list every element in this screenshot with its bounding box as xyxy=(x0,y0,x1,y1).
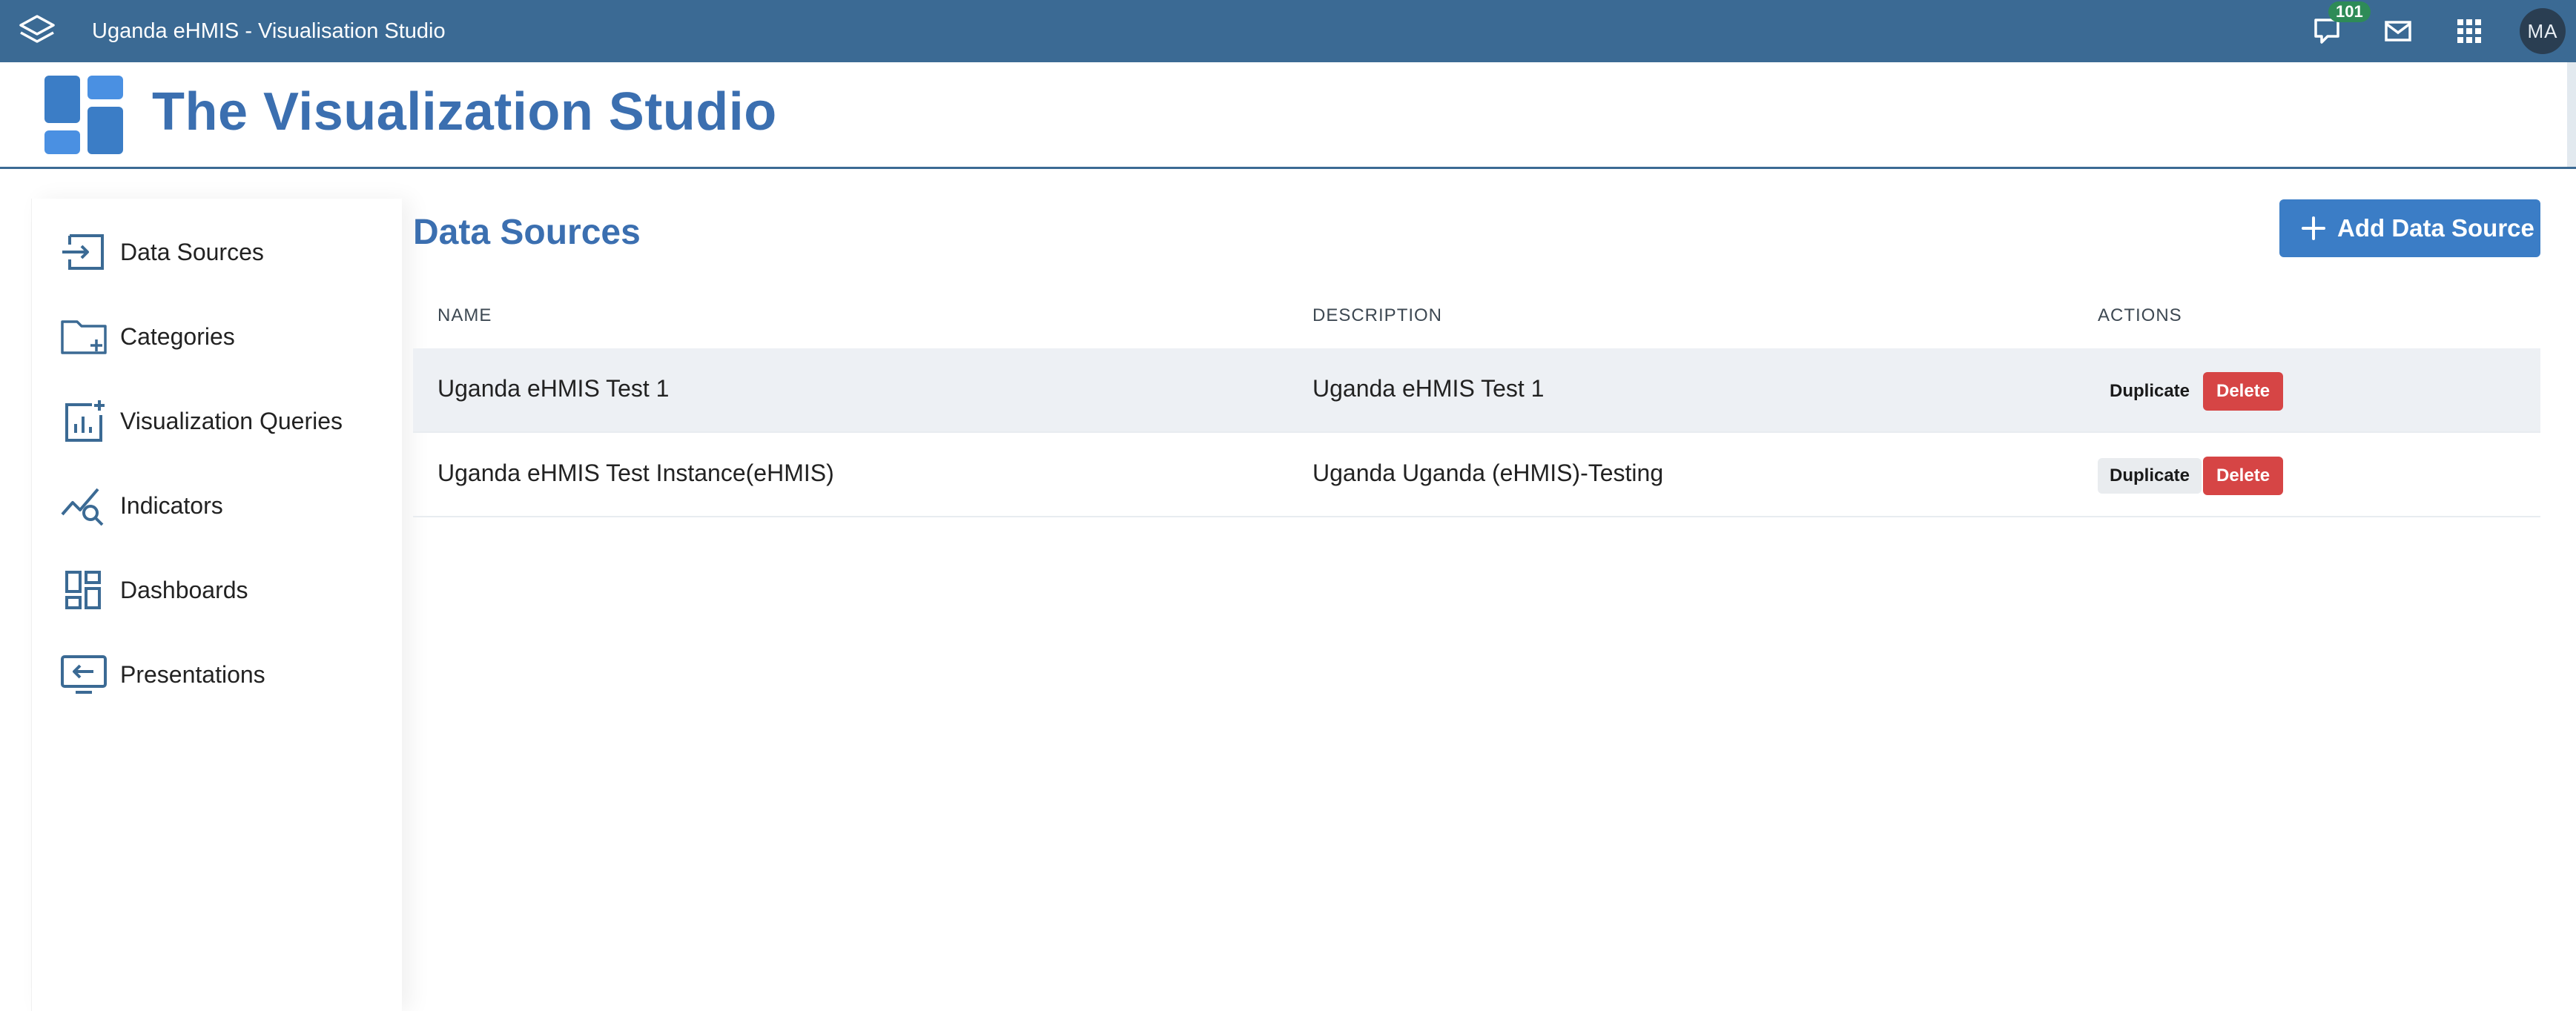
messages-button[interactable] xyxy=(2362,0,2434,62)
plus-icon xyxy=(2300,215,2327,242)
studio-logo-icon xyxy=(44,76,123,154)
sidebar-item-label: Data Sources xyxy=(120,238,264,265)
data-sources-table: NAME DESCRIPTION ACTIONS Uganda eHMIS Te… xyxy=(413,289,2540,517)
data-source-icon xyxy=(62,234,104,270)
presentation-icon xyxy=(61,655,107,694)
apps-grid-icon xyxy=(2457,19,2481,43)
sidebar-item-label: Categories xyxy=(120,322,235,350)
header-edge-divider xyxy=(2567,62,2576,169)
column-header-name: NAME xyxy=(437,305,492,325)
row-description: Uganda Uganda (eHMIS)-Testing xyxy=(1312,460,1664,486)
column-header-description: DESCRIPTION xyxy=(1312,305,1443,325)
sidebar-item-categories[interactable]: Categories xyxy=(31,301,402,372)
chart-add-icon xyxy=(65,400,105,442)
sidebar-item-indicators[interactable]: Indicators xyxy=(31,470,402,541)
add-data-source-button[interactable]: Add Data Source xyxy=(2279,199,2540,257)
interpretations-button[interactable]: 101 xyxy=(2291,0,2371,62)
delete-button[interactable]: Delete xyxy=(2203,457,2284,495)
folder-add-icon xyxy=(61,320,107,354)
dhis2-logo-icon[interactable] xyxy=(0,0,74,62)
row-name: Uganda eHMIS Test 1 xyxy=(437,375,670,402)
app-header-bar: Uganda eHMIS - Visualisation Studio 101 xyxy=(0,0,2576,62)
studio-title: The Visualization Studio xyxy=(152,82,777,142)
page-title: Data Sources xyxy=(413,213,641,252)
sidebar-item-visualization-queries[interactable]: Visualization Queries xyxy=(31,385,402,457)
table-row[interactable]: Uganda eHMIS Test Instance(eHMIS) Uganda… xyxy=(413,433,2540,517)
sidebar-item-label: Dashboards xyxy=(120,576,248,603)
studio-header: The Visualization Studio xyxy=(0,62,2576,169)
sidebar-item-label: Indicators xyxy=(120,491,223,519)
apps-menu-button[interactable] xyxy=(2434,0,2505,62)
sidebar-item-data-sources[interactable]: Data Sources xyxy=(31,216,402,288)
add-data-source-label: Add Data Source xyxy=(2337,214,2534,242)
table-header: NAME DESCRIPTION ACTIONS xyxy=(413,289,2540,348)
dashboard-icon xyxy=(65,571,101,609)
table-row[interactable]: Uganda eHMIS Test 1 Uganda eHMIS Test 1 … xyxy=(413,348,2540,433)
sidebar-item-dashboards[interactable]: Dashboards xyxy=(31,554,402,626)
delete-button[interactable]: Delete xyxy=(2203,372,2284,411)
mail-icon xyxy=(2385,21,2411,42)
sidebar-item-presentations[interactable]: Presentations xyxy=(31,639,402,710)
row-name: Uganda eHMIS Test Instance(eHMIS) xyxy=(437,460,834,486)
duplicate-button[interactable]: Duplicate xyxy=(2098,458,2202,494)
sidebar-item-label: Visualization Queries xyxy=(120,407,343,434)
sidebar-item-label: Presentations xyxy=(120,660,265,688)
column-header-actions: ACTIONS xyxy=(2098,305,2182,325)
user-avatar[interactable]: MA xyxy=(2520,8,2566,54)
row-description: Uganda eHMIS Test 1 xyxy=(1312,375,1545,402)
duplicate-button[interactable]: Duplicate xyxy=(2098,374,2202,409)
indicator-search-icon xyxy=(61,488,104,526)
app-title: Uganda eHMIS - Visualisation Studio xyxy=(92,19,446,43)
